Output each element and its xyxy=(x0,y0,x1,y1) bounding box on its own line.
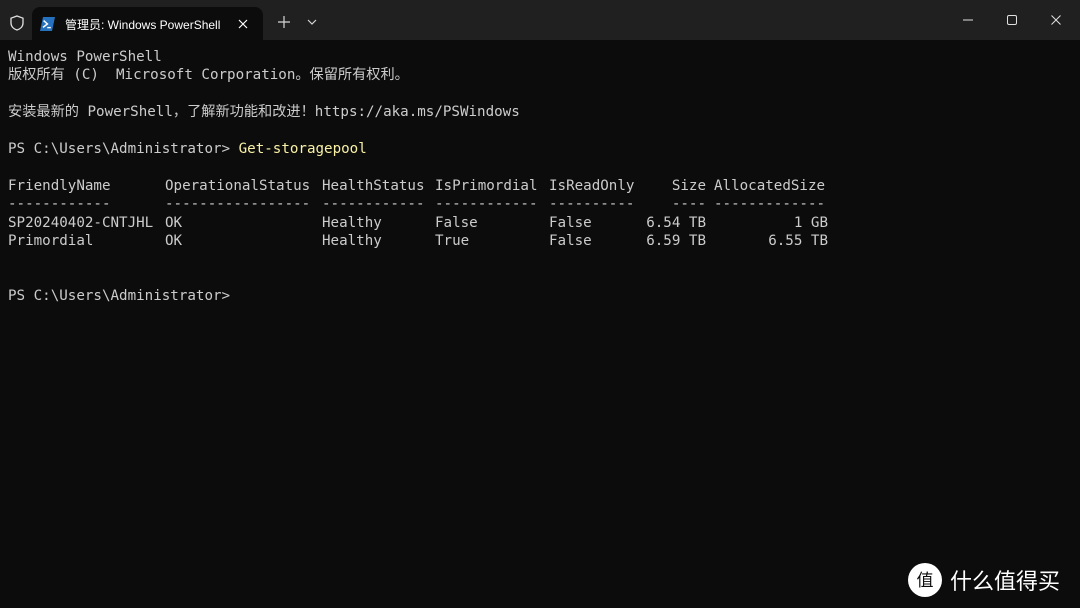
tab-close-icon[interactable] xyxy=(234,15,252,33)
new-tab-plus-icon[interactable] xyxy=(272,10,296,34)
table-cell: OK xyxy=(165,233,183,249)
table-cell: SP20240402-CNTJHL xyxy=(8,215,154,231)
command-line: PS C:\Users\Administrator> Get-storagepo… xyxy=(8,140,367,158)
table-cell: True xyxy=(435,233,470,249)
column-header: HealthStatus xyxy=(322,178,425,194)
table-cell: Primordial xyxy=(8,233,94,249)
title-bar: 管理员: Windows PowerShell xyxy=(0,0,1080,40)
column-separator: ------------- xyxy=(714,196,826,212)
column-header: OperationalStatus xyxy=(165,178,311,194)
table-cell: False xyxy=(549,233,592,249)
table-cell: OK xyxy=(165,215,183,231)
column-separator: ------------ xyxy=(8,196,111,212)
table-cell: False xyxy=(435,215,478,231)
copyright-line: 版权所有 (C) Microsoft Corporation。保留所有权利。 xyxy=(8,67,409,83)
watermark-text: 什么值得买 xyxy=(950,570,1061,595)
command-text: Get-storagepool xyxy=(238,141,367,157)
prompt-line: PS C:\Users\Administrator> xyxy=(8,288,231,304)
terminal-window: 管理员: Windows PowerShell Windows PowerShe… xyxy=(0,0,1080,608)
table-cell: 6.55 TB xyxy=(768,233,828,249)
table-cell: 6.54 TB xyxy=(646,215,706,231)
column-separator: ------------ xyxy=(435,196,538,212)
column-header: IsReadOnly xyxy=(549,178,635,194)
chevron-down-icon[interactable] xyxy=(302,12,322,32)
tab-powershell[interactable]: 管理员: Windows PowerShell xyxy=(32,7,263,40)
svg-text:值: 值 xyxy=(917,571,934,591)
column-header: IsPrimordial xyxy=(435,178,538,194)
powershell-icon xyxy=(40,17,55,31)
table-cell: 1 GB xyxy=(793,215,828,231)
column-separator: ---- xyxy=(671,196,706,212)
column-separator: ----------------- xyxy=(165,196,311,212)
table-cell: Healthy xyxy=(322,233,382,249)
prompt: PS C:\Users\Administrator> xyxy=(8,141,239,157)
column-header: AllocatedSize xyxy=(714,178,826,194)
column-header: FriendlyName xyxy=(8,178,111,194)
terminal-output[interactable]: Windows PowerShell 版权所有 (C) Microsoft Co… xyxy=(0,40,1080,608)
shield-icon[interactable] xyxy=(6,12,28,34)
column-separator: ---------- xyxy=(549,196,635,212)
smzdm-logo-icon: 值 xyxy=(908,563,942,597)
table-cell: 6.59 TB xyxy=(646,233,706,249)
window-close-icon[interactable] xyxy=(1034,0,1078,40)
table-cell: Healthy xyxy=(322,215,382,231)
column-header: Size xyxy=(671,178,706,194)
column-separator: ------------ xyxy=(322,196,425,212)
watermark: 值 什么值得买 xyxy=(908,562,1060,598)
minimize-icon[interactable] xyxy=(946,0,990,40)
maximize-icon[interactable] xyxy=(990,0,1034,40)
table-cell: False xyxy=(549,215,592,231)
banner-line: Windows PowerShell xyxy=(8,49,162,65)
tab-title: 管理员: Windows PowerShell xyxy=(65,18,221,32)
update-notice-line: 安装最新的 PowerShell，了解新功能和改进！https://aka.ms… xyxy=(8,104,520,120)
